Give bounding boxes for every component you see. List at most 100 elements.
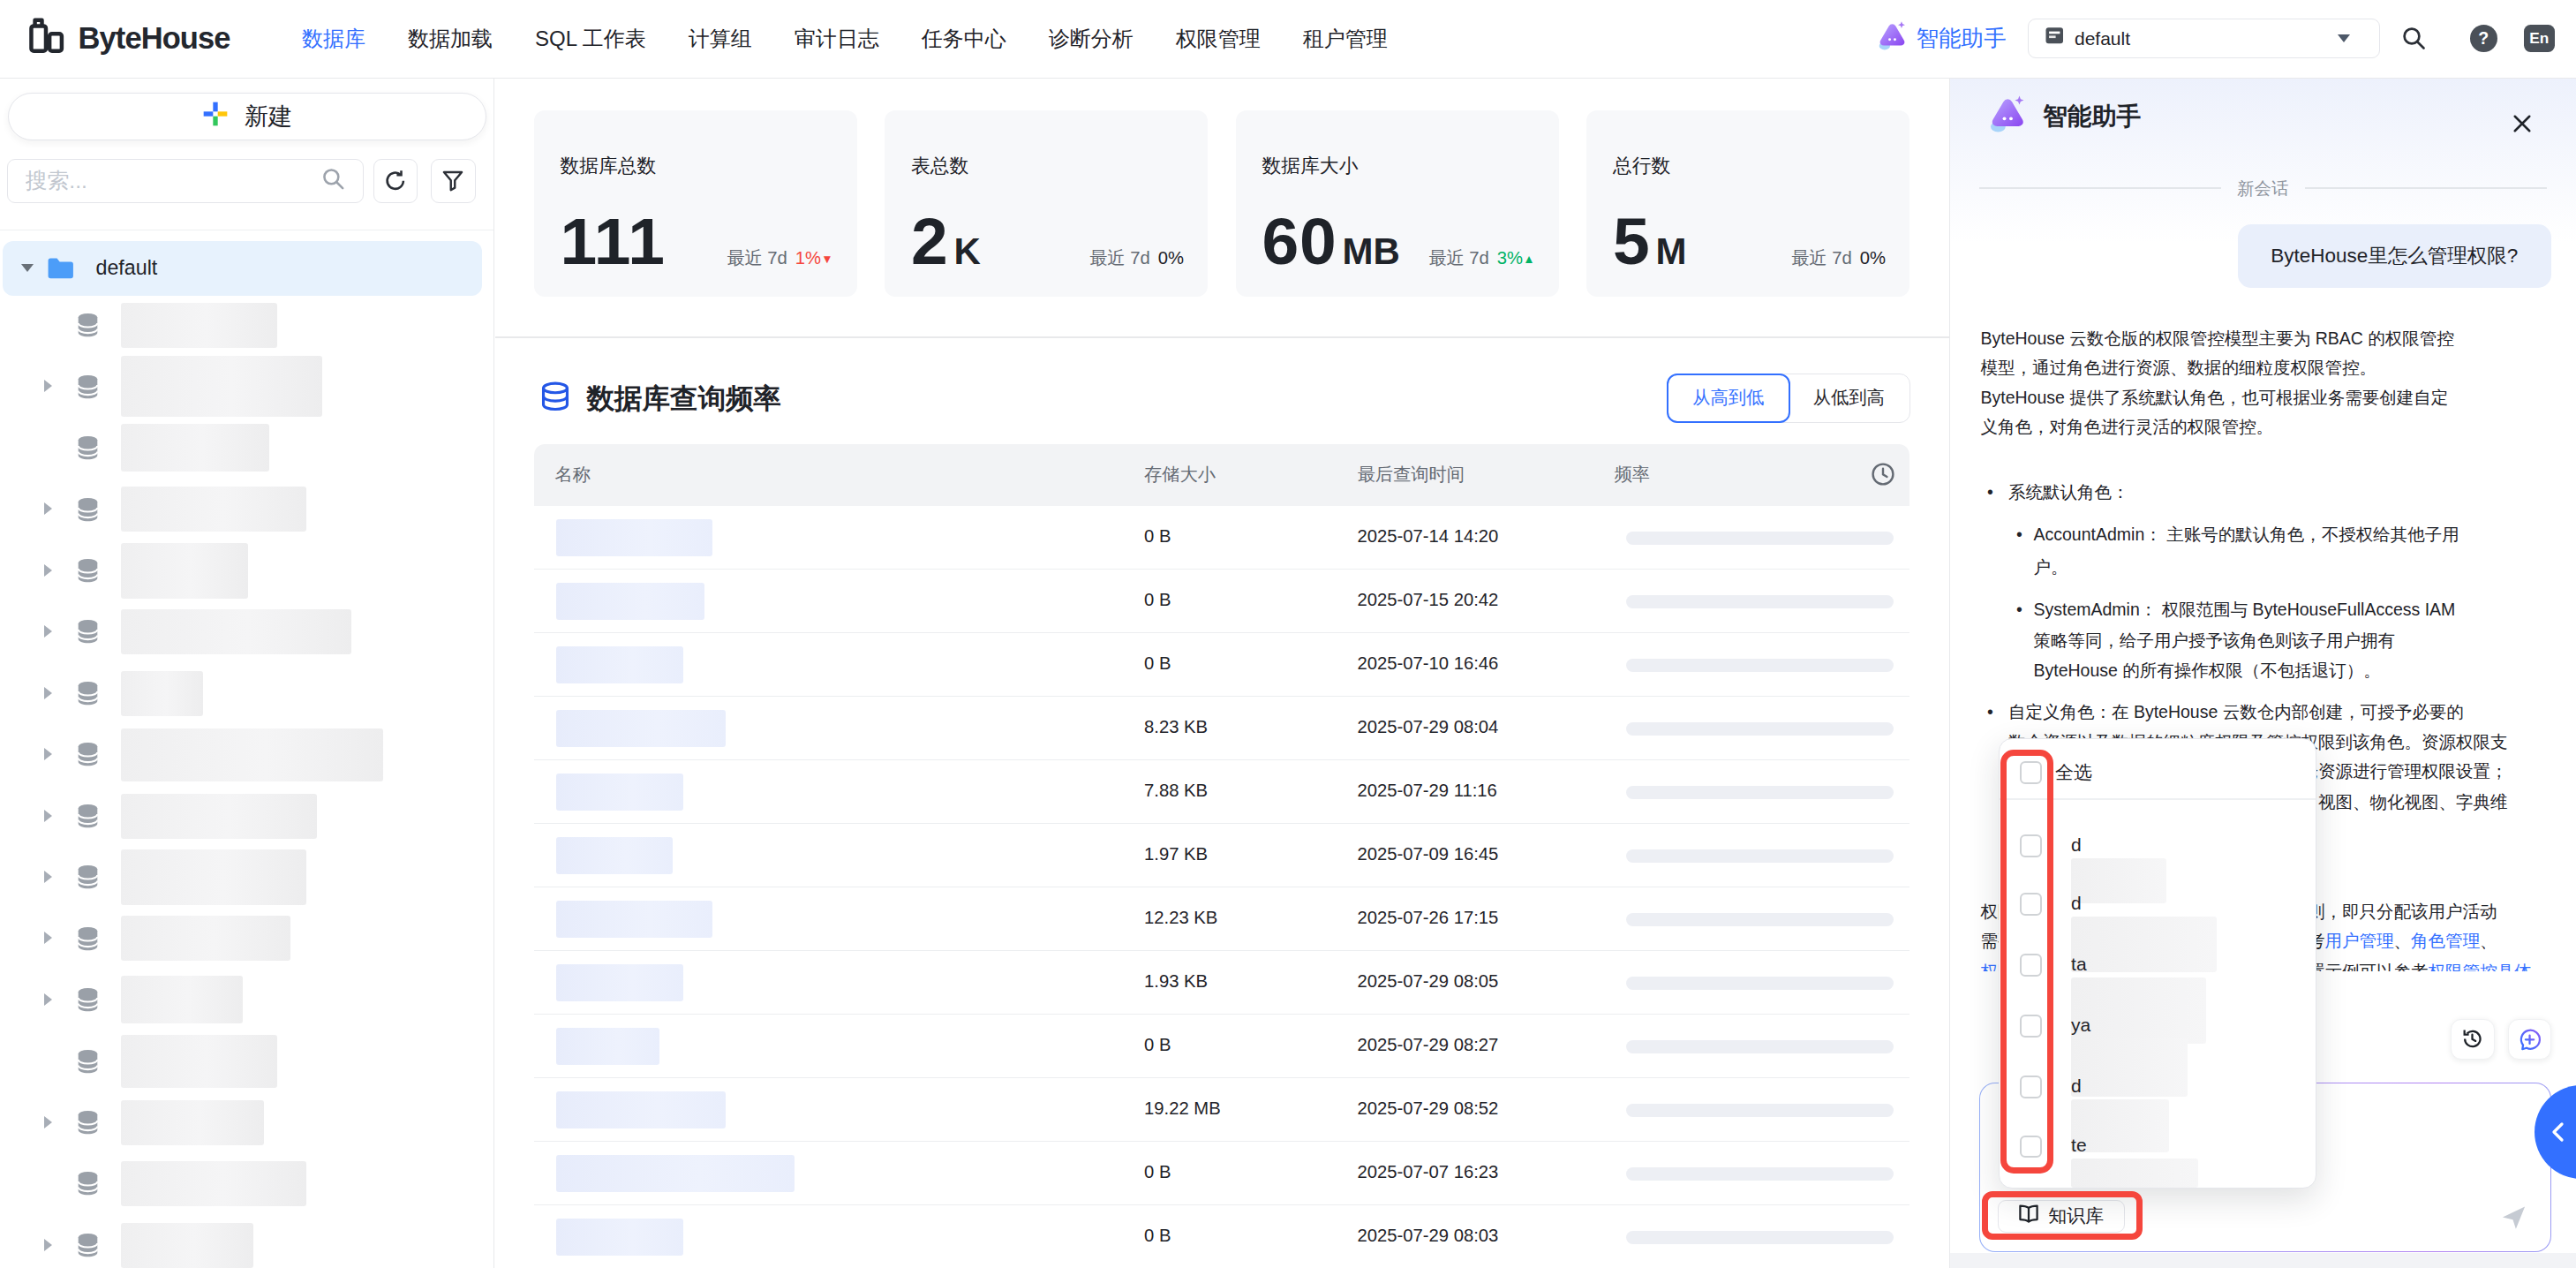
- topbar: ByteHouse 数据库 数据加载 SQL 工作表 计算组 审计日志 任务中心 诊断分析 权…: [0, 0, 2576, 79]
- tree-node[interactable]: [0, 479, 494, 540]
- frequency-bar: [1626, 659, 1894, 672]
- tree-node-label: default: [96, 256, 158, 280]
- stat-card-trend: 最近 7d1%▼: [727, 246, 832, 270]
- nav-item-租户管理[interactable]: 租户管理: [1303, 25, 1388, 53]
- stat-card-trend: 最近 7d0%: [1089, 246, 1184, 270]
- tree-node[interactable]: [0, 724, 494, 785]
- nav-item-数据加载[interactable]: 数据加载: [408, 25, 493, 53]
- sidebar-search-input[interactable]: [26, 169, 322, 193]
- caret-right-icon[interactable]: [44, 1116, 52, 1128]
- table-row[interactable]: 1.97 KB2025-07-09 16:45: [534, 824, 1910, 887]
- caret-down-icon[interactable]: [21, 264, 34, 272]
- filter-button[interactable]: [431, 159, 475, 203]
- tree-node[interactable]: [0, 908, 494, 969]
- table-row[interactable]: 0 B2025-07-15 20:42: [534, 570, 1910, 633]
- redacted-name: [556, 1219, 683, 1256]
- database-icon: [76, 804, 100, 834]
- assistant-nav-button[interactable]: 智能助手: [1878, 0, 2007, 77]
- redacted-name: [556, 519, 712, 556]
- redacted-name: [2071, 1159, 2198, 1188]
- tree-node[interactable]: [0, 1092, 494, 1153]
- tree-node[interactable]: [0, 1153, 494, 1214]
- assistant-text-line: 自定义角色：在 ByteHouse 云数仓内部创建，可授予必要的: [2008, 701, 2464, 722]
- nav-item-SQL 工作表[interactable]: SQL 工作表: [535, 25, 646, 53]
- new-button[interactable]: 新建: [8, 93, 486, 140]
- caret-right-icon[interactable]: [44, 625, 52, 638]
- search-icon[interactable]: [2401, 0, 2427, 77]
- tree-node[interactable]: [0, 1030, 494, 1091]
- annotation-kb-button: [1982, 1191, 2143, 1241]
- doc-link[interactable]: 用户管理: [2325, 931, 2394, 950]
- nav-item-数据库[interactable]: 数据库: [302, 25, 365, 53]
- tree-node[interactable]: [0, 601, 494, 662]
- frequency-bar: [1626, 722, 1894, 736]
- tree-node-default[interactable]: default: [3, 241, 482, 296]
- caret-right-icon[interactable]: [44, 1239, 52, 1251]
- caret-right-icon[interactable]: [44, 380, 52, 392]
- table-row[interactable]: 0 B2025-07-07 16:23: [534, 1142, 1910, 1205]
- sort-desc-button[interactable]: 从高到低: [1667, 374, 1790, 424]
- caret-right-icon[interactable]: [44, 748, 52, 760]
- table-row[interactable]: 0 B2025-07-10 16:46: [534, 633, 1910, 697]
- caret-right-icon[interactable]: [44, 564, 52, 577]
- language-badge[interactable]: En: [2524, 0, 2555, 77]
- tree-node[interactable]: [0, 786, 494, 847]
- nav-item-诊断分析[interactable]: 诊断分析: [1049, 25, 1134, 53]
- history-button[interactable]: [2451, 1019, 2495, 1060]
- stat-card-trend-pct: 0%: [1860, 248, 1886, 268]
- sidebar-search[interactable]: [7, 159, 364, 203]
- nav-item-审计日志[interactable]: 审计日志: [795, 25, 879, 53]
- caret-right-icon[interactable]: [44, 932, 52, 944]
- item-label: ya: [2071, 1015, 2090, 1036]
- caret-right-icon[interactable]: [44, 871, 52, 883]
- tree-node[interactable]: [0, 970, 494, 1030]
- doc-link[interactable]: 角色管理: [2411, 931, 2480, 950]
- database-icon: [76, 742, 100, 773]
- redacted-name: [2071, 858, 2166, 903]
- tree-node[interactable]: [0, 356, 494, 417]
- caret-right-icon[interactable]: [44, 502, 52, 515]
- table-row[interactable]: 0 B2025-07-29 08:27: [534, 1015, 1910, 1078]
- table-row[interactable]: 19.22 MB2025-07-29 08:52: [534, 1078, 1910, 1142]
- nav-item-任务中心[interactable]: 任务中心: [922, 25, 1006, 53]
- chevron-down-icon: [2338, 34, 2350, 42]
- cell-size: 7.88 KB: [1144, 781, 1208, 801]
- table-row[interactable]: 12.23 KB2025-07-26 17:15: [534, 887, 1910, 951]
- new-chat-button[interactable]: [2508, 1019, 2552, 1060]
- tree-node[interactable]: [0, 663, 494, 724]
- nav-item-计算组[interactable]: 计算组: [689, 25, 752, 53]
- item-label: d: [2071, 1076, 2082, 1097]
- workspace-select[interactable]: default: [2028, 19, 2380, 58]
- table-row[interactable]: 0 B2025-07-14 14:20: [534, 506, 1910, 570]
- cell-size: 8.23 KB: [1144, 717, 1208, 737]
- tree-node[interactable]: [0, 295, 494, 356]
- doc-link[interactable]: 权限管控具体: [2429, 962, 2532, 971]
- table-header: 名称 存储大小 最后查询时间 频率: [534, 444, 1910, 507]
- logo-text: ByteHouse: [79, 21, 230, 56]
- redacted-name: [121, 916, 290, 961]
- table-row[interactable]: 0 B2025-07-29 08:03: [534, 1205, 1910, 1268]
- frequency-bar: [1626, 913, 1894, 926]
- logo[interactable]: ByteHouse: [26, 0, 230, 77]
- table-row[interactable]: 8.23 KB 2025-07-29 08:04: [534, 697, 1910, 760]
- stat-card-title: 总行数: [1613, 153, 1886, 178]
- cell-time: 2025-07-29 08:05: [1358, 971, 1499, 992]
- send-icon[interactable]: [2499, 1203, 2527, 1236]
- caret-right-icon[interactable]: [44, 687, 52, 699]
- nav-item-权限管理[interactable]: 权限管理: [1176, 25, 1261, 53]
- tree-node[interactable]: [0, 418, 494, 479]
- logo-icon: [26, 15, 66, 62]
- clock-icon[interactable]: [1870, 461, 1896, 492]
- tree-node[interactable]: [0, 1215, 494, 1268]
- caret-right-icon[interactable]: [44, 810, 52, 822]
- help-icon[interactable]: ?: [2470, 0, 2498, 77]
- sort-asc-button[interactable]: 从低到高: [1789, 374, 1909, 422]
- table-row[interactable]: 1.93 KB2025-07-29 08:05: [534, 951, 1910, 1015]
- caret-right-icon[interactable]: [44, 993, 52, 1006]
- refresh-button[interactable]: [373, 159, 418, 203]
- tree-node[interactable]: [0, 847, 494, 908]
- table-row[interactable]: 7.88 KB2025-07-29 11:16: [534, 760, 1910, 824]
- cell-time: 2025-07-29 08:04: [1358, 717, 1499, 737]
- tree-node[interactable]: [0, 540, 494, 601]
- redacted-name: [556, 964, 683, 1001]
